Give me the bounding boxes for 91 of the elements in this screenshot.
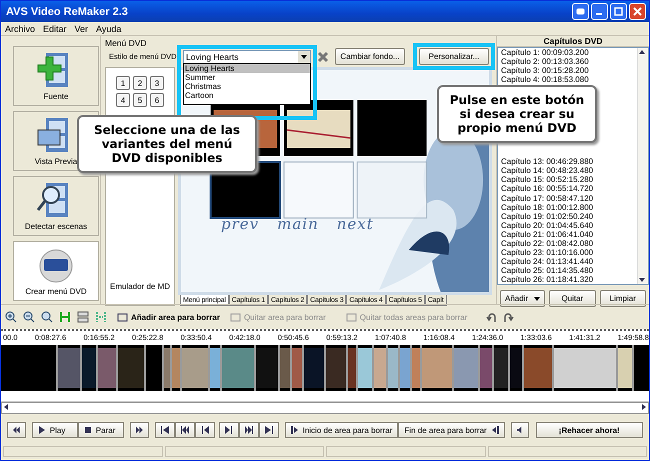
- marker-icon: [490, 426, 499, 434]
- fast-forward-icon: [136, 426, 143, 434]
- volume-button[interactable]: [510, 422, 530, 438]
- chapter-item[interactable]: Capítulo 26: 01:18:41.320: [501, 275, 637, 284]
- rewind-button[interactable]: [7, 422, 26, 438]
- step-icon: [224, 426, 233, 434]
- hint-tooltip: Pulse en este botón si desea crear su propio menú DVD: [437, 85, 597, 143]
- minimize-button[interactable]: [591, 3, 608, 20]
- zoom-out-icon[interactable]: [23, 311, 35, 323]
- chapter-item[interactable]: Capítulo 1: 00:09:03.200: [501, 48, 637, 58]
- chapter-item[interactable]: Capítulo 3: 00:15:28.200: [501, 66, 637, 76]
- skin-button[interactable]: [572, 3, 589, 20]
- right-arrow-icon: [640, 403, 648, 411]
- chapter-item[interactable]: Capítulo 21: 01:06:41.040: [501, 230, 637, 240]
- rows-icon[interactable]: [77, 311, 89, 323]
- page-number-button[interactable]: 4: [116, 93, 130, 107]
- chapter-item[interactable]: Capítulo 20: 01:04:45.640: [501, 220, 637, 230]
- menu-item[interactable]: Editar: [43, 24, 67, 34]
- add-button[interactable]: Añadir: [500, 290, 546, 307]
- chapter-item[interactable]: Capítulo 25: 01:14:35.480: [501, 266, 637, 276]
- undo-icon[interactable]: [485, 311, 498, 323]
- frame-step-button[interactable]: [194, 422, 215, 438]
- area-start-button[interactable]: Inicio de area para borrar: [284, 422, 398, 438]
- menu-item[interactable]: Ver: [74, 24, 88, 34]
- chapter-item[interactable]: Capítulo 19: 01:02:50.240: [501, 212, 637, 221]
- chapter-item[interactable]: Capítulo 15: 00:52:15.280: [501, 175, 637, 184]
- left-arrow-icon: [2, 403, 10, 411]
- page-number-button[interactable]: 5: [133, 93, 147, 107]
- area-end-button[interactable]: Fin de area para borrar: [398, 422, 505, 438]
- page-number-button[interactable]: 3: [150, 76, 164, 90]
- maximize-icon: [614, 7, 623, 16]
- chapter-item[interactable]: Capítulo 22: 01:08:42.080: [501, 239, 637, 248]
- toolbar-button[interactable]: Añadir area para borrar: [117, 312, 220, 322]
- stop-icon: [84, 426, 92, 434]
- caret-icon: [534, 296, 540, 300]
- group-title: Menú DVD: [105, 38, 148, 48]
- speaker-icon: [516, 426, 524, 434]
- page-number-button[interactable]: 1: [116, 76, 130, 90]
- style-dropdown[interactable]: Loving Hearts: [183, 50, 311, 64]
- down-arrow-icon: [638, 276, 646, 284]
- stop-button[interactable]: Parar: [78, 422, 124, 438]
- frame-step-button[interactable]: [218, 422, 239, 438]
- chapter-item[interactable]: Capítulo 14: 00:48:23.480: [501, 166, 637, 176]
- chapter-item[interactable]: Capítulo 17: 00:58:47.120: [501, 194, 637, 203]
- step-icon: [180, 426, 189, 434]
- chapter-item[interactable]: Capítulo 18: 01:00:12.800: [501, 202, 637, 212]
- marker-icon: [290, 426, 299, 434]
- play-button[interactable]: Play: [32, 422, 78, 438]
- scrollbar[interactable]: [1, 402, 649, 414]
- skin-icon: [576, 8, 585, 15]
- background-button[interactable]: Cambiar fondo...: [335, 48, 405, 65]
- sidebar-button[interactable]: Detectar escenas: [13, 176, 99, 236]
- window-title: AVS Video ReMaker 2.3: [6, 6, 129, 18]
- forward-button[interactable]: [130, 422, 149, 438]
- dropdown-option[interactable]: Loving Hearts: [184, 64, 310, 72]
- clear-button[interactable]: Limpiar: [600, 290, 646, 307]
- page-number-button[interactable]: 6: [150, 93, 164, 107]
- redo-icon[interactable]: [503, 311, 516, 323]
- delete-icon[interactable]: [317, 50, 329, 62]
- chapter-item[interactable]: Capítulo 24: 01:13:41.440: [501, 257, 637, 266]
- frame-step-button[interactable]: [154, 422, 175, 438]
- emulator-label: Emulador de MD: [110, 282, 170, 291]
- play-icon: [38, 426, 46, 434]
- remove-button[interactable]: Quitar: [549, 290, 596, 307]
- close-icon: [633, 7, 642, 16]
- close-button[interactable]: [629, 3, 646, 20]
- zoom-in-icon[interactable]: [5, 311, 17, 323]
- rewind-icon: [13, 426, 20, 434]
- frame-step-button[interactable]: [238, 422, 259, 438]
- frame-step-button[interactable]: [258, 422, 279, 438]
- chapter-item[interactable]: Capítulo 2: 00:13:03.360: [501, 57, 637, 66]
- up-arrow-icon: [638, 48, 646, 56]
- customize-button[interactable]: Personalizar...: [419, 48, 489, 65]
- maximize-button[interactable]: [610, 3, 627, 20]
- hint-tooltip: Seleccione una de las variantes del menú DVD disponibles: [77, 115, 257, 173]
- sidebar-button[interactable]: Fuente: [13, 46, 99, 106]
- frame-step-button[interactable]: [174, 422, 195, 438]
- step-icon: [160, 426, 169, 434]
- step-icon: [200, 426, 209, 434]
- menu-item[interactable]: Archivo: [5, 24, 36, 34]
- step-icon: [264, 426, 273, 434]
- sidebar-button[interactable]: Crear menú DVD: [13, 241, 99, 301]
- chapter-item[interactable]: Capítulo 13: 00:46:29.880: [501, 157, 637, 166]
- redo-now-button[interactable]: ¡Rehacer ahora!: [536, 422, 643, 438]
- page-number-button[interactable]: 2: [133, 76, 147, 90]
- chapter-item[interactable]: Capítulo 23: 01:10:16.000: [501, 248, 637, 258]
- step-icon: [244, 426, 253, 434]
- menu-item[interactable]: Ayuda: [96, 24, 122, 34]
- chapter-item[interactable]: Capítulo 16: 00:55:14.720: [501, 184, 637, 194]
- chapter-item[interactable]: Capítulo 4: 00:18:53.080: [501, 75, 637, 84]
- zoom-fit-icon[interactable]: [41, 311, 53, 323]
